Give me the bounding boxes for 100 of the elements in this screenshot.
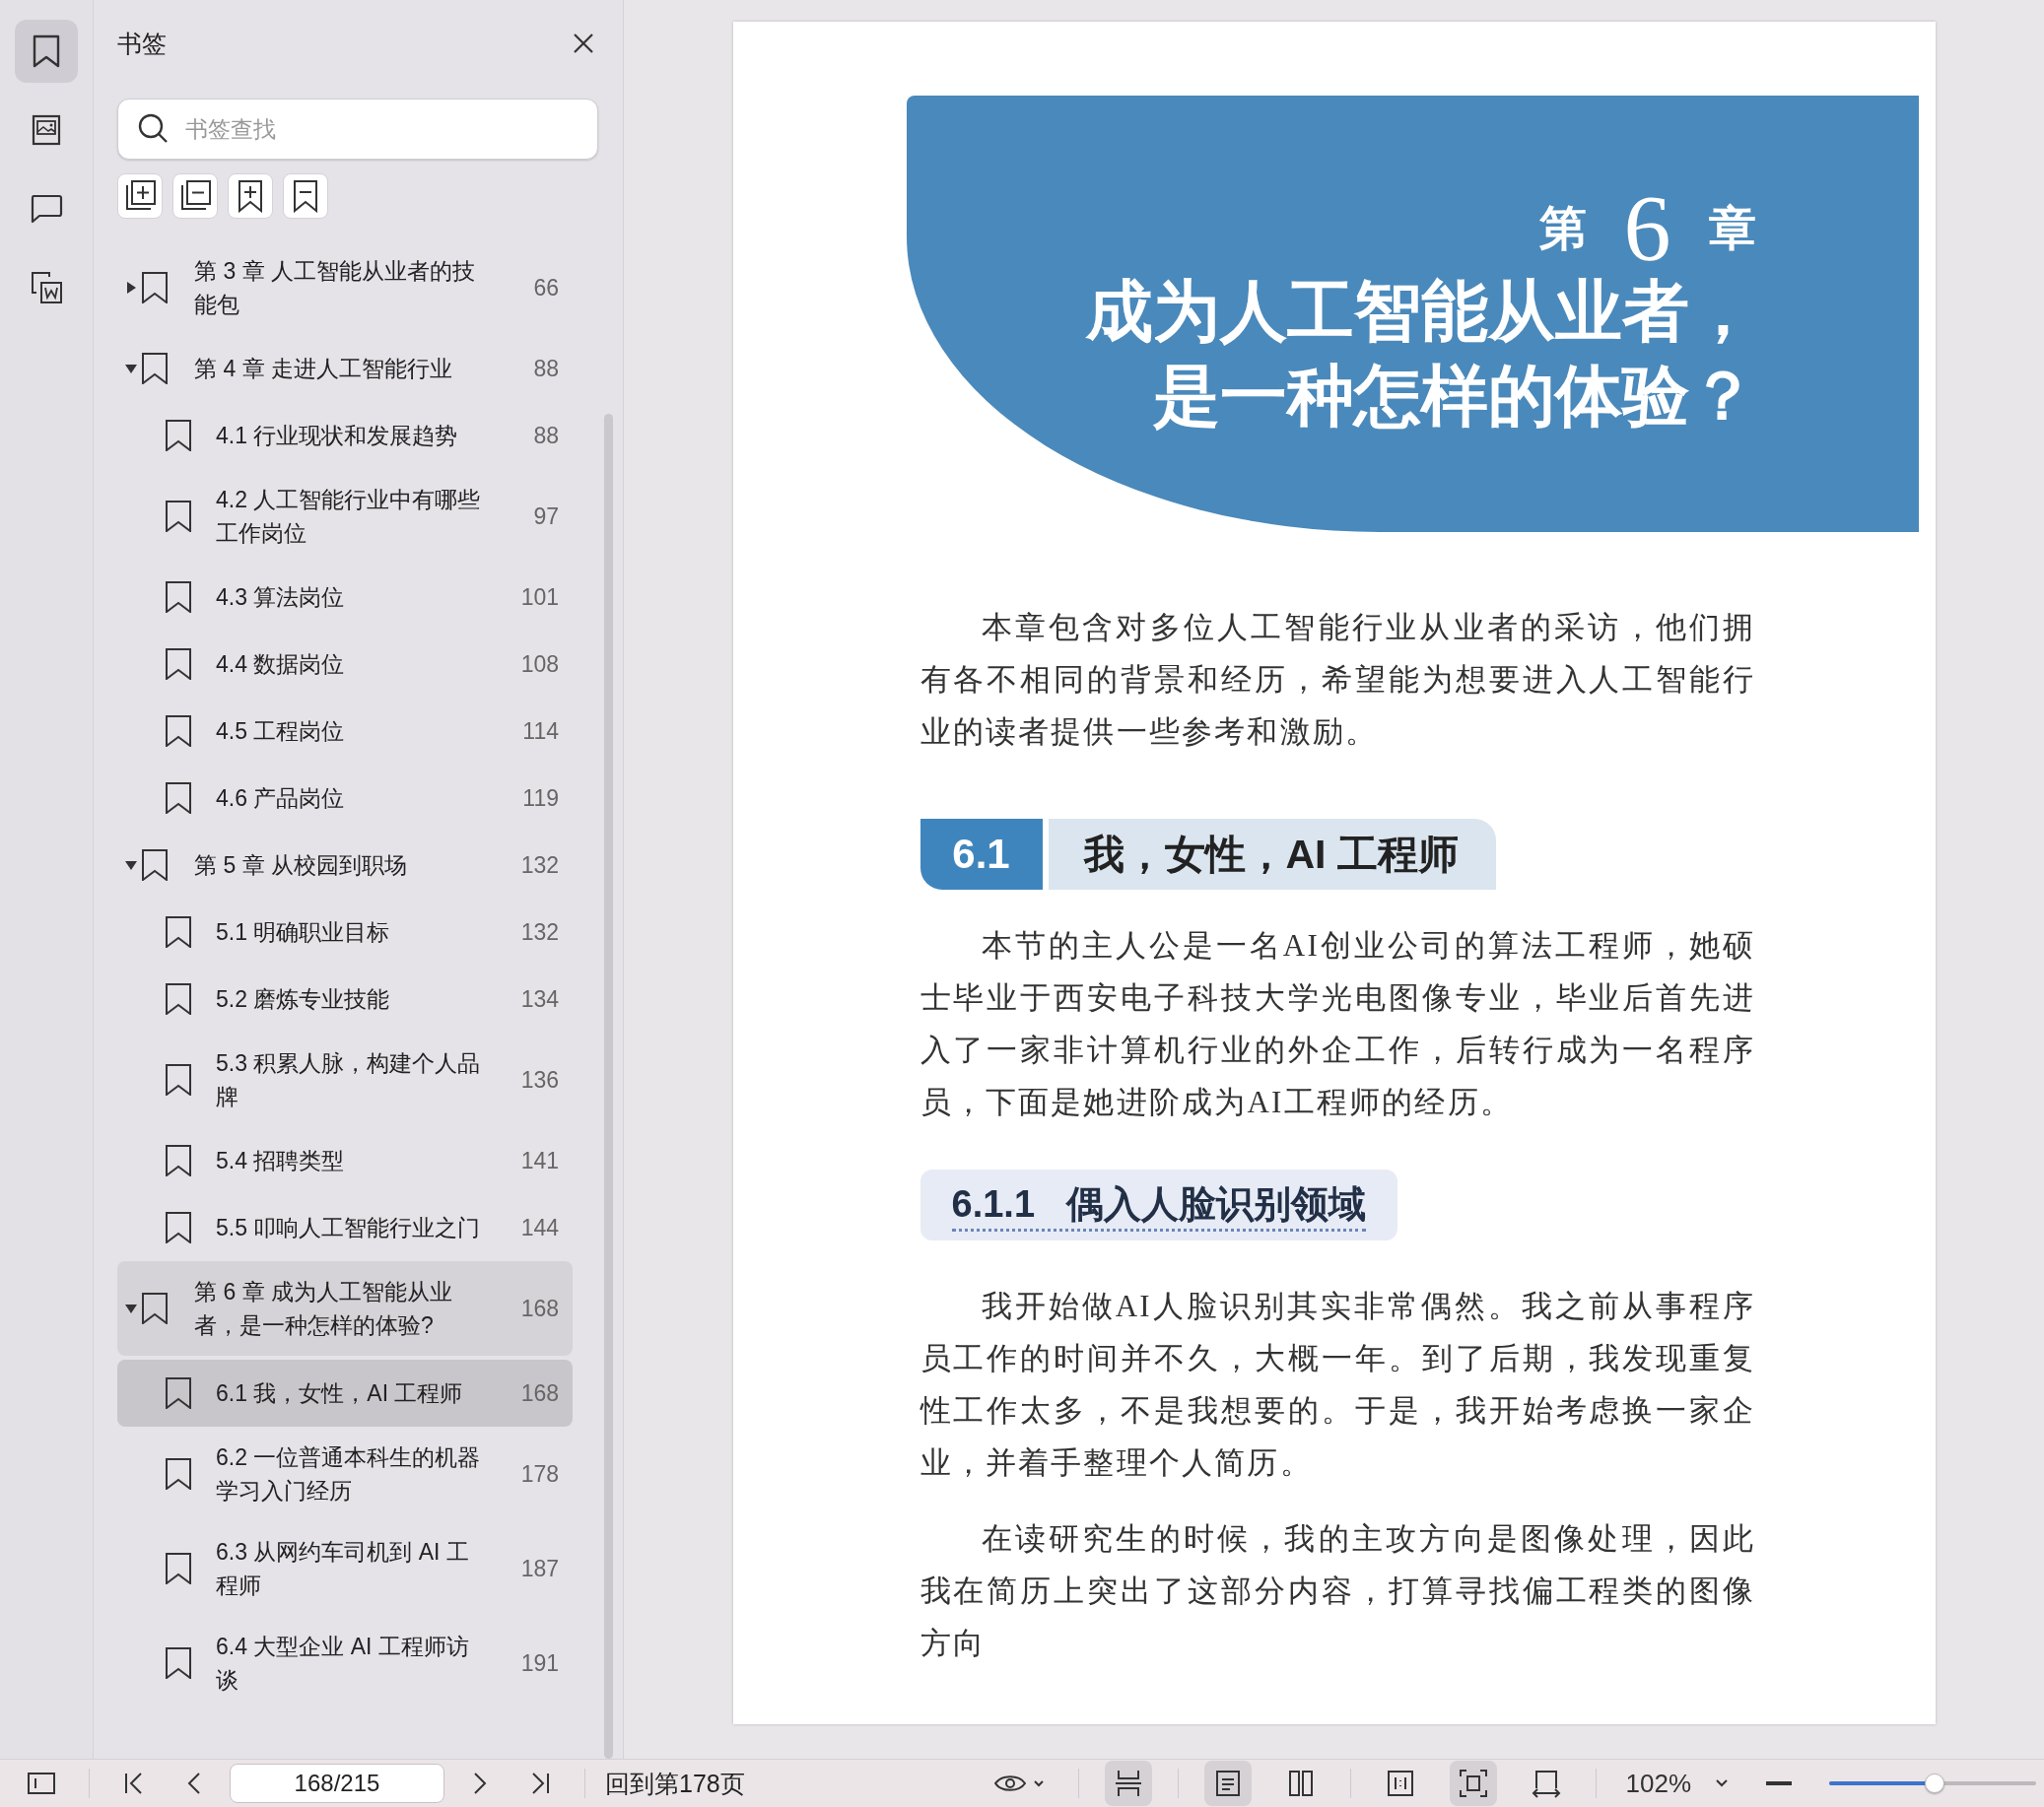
chevron-left-icon [186,1772,202,1795]
single-page-icon [1214,1770,1241,1797]
bookmark-icon [141,272,169,303]
search-input[interactable]: 书签查找 [183,114,578,144]
bookmark-item[interactable]: 6.2 一位普通本科生的机器学习入门经历 178 [117,1427,573,1521]
bookmark-item[interactable]: 5.4 招聘类型 141 [117,1127,573,1194]
page-number: 168 [519,1295,559,1322]
bookmark-item[interactable]: 5.3 积累人脉，构建个人品牌 136 [117,1033,573,1127]
bookmark-icon [141,849,169,881]
bookmark-title: 5.5 叩响人工智能行业之门 [216,1214,482,1242]
go-to-page-link[interactable]: 回到第178页 [605,1767,745,1800]
chapter-number: 6 [1623,189,1671,268]
bookmark-title: 4.6 产品岗位 [216,784,346,813]
page-number-field[interactable]: 168/215 [230,1764,444,1803]
search-field[interactable]: 书签查找 [117,99,598,160]
chapter-label: 章 [1708,199,1756,257]
page-width-arrows-icon [1531,1769,1561,1798]
bookmark-title: 6.3 从网约车司机到 AI 工程师 [216,1538,470,1600]
bookmark-title: 第 4 章 走进人工智能行业 [194,355,453,383]
add-button[interactable] [228,173,273,219]
caret-icon[interactable] [1715,1778,1729,1788]
page-number: 88 [532,422,559,449]
page-number: 132 [519,851,559,879]
bookmark-item[interactable]: 6.3 从网约车司机到 AI 工程师 187 [117,1521,573,1616]
bookmark-item[interactable]: 5.2 磨炼专业技能 134 [117,966,573,1033]
bookmark-item[interactable]: 4.4 数据岗位 108 [117,631,573,698]
bookmark-title: 第 5 章 从校园到职场 [194,851,408,880]
close-icon [573,33,594,54]
single-view-button[interactable] [1203,1761,1252,1806]
bookmark-item[interactable]: 4.6 产品岗位 119 [117,765,573,832]
bookmark-item[interactable]: 第 6 章 成为人工智能从业者，是一种怎样的体验? 168 [117,1261,573,1356]
body-paragraph: 我开始做AI人脸识别其实非常偶然。我之前从事程序员工作的时间并不久，大概一年。到了后期，我发现重复性工作太多，不是我想要的。于是，我开始考虑换一家企业，并着手整理个人简历。 [920,1288,1756,1482]
body-paragraph: 在读研究生的时候，我的主攻方向是图像处理，因此我在简历上突出了这部分内容，打算寻找偏工程类的图像方向 [920,1520,1756,1662]
bookmark-title: 6.2 一位普通本科生的机器学习入门经历 [216,1443,482,1506]
expanded-triangle-icon[interactable] [125,363,137,374]
bookmark-item[interactable]: 5.1 明确职业目标 132 [117,899,573,966]
page-number: 178 [519,1460,559,1488]
bookmark-icon [165,501,192,532]
bookmark-title: 第 6 章 成为人工智能从业者，是一种怎样的体验? [194,1278,453,1340]
continuous-view-button[interactable] [1104,1761,1152,1806]
page-number: 101 [519,583,559,611]
chapter-title: 是一种怎样的体验？ [1151,357,1756,435]
bookmark-item[interactable]: 第 3 章 人工智能从业者的技能包 66 [117,240,573,335]
page-number: 168 [519,1379,559,1407]
page-number: 191 [519,1649,559,1677]
zoom-slider[interactable] [1829,1772,2036,1795]
chapter-label: 第 [1538,199,1587,257]
bookmarks-tab[interactable] [15,20,78,83]
expanded-triangle-icon[interactable] [125,859,137,871]
bookmark-item[interactable]: 6.4 大型企业 AI 工程师访谈 191 [117,1616,573,1710]
first-page-icon [123,1772,145,1795]
bookmark-icon [165,1145,192,1176]
expanded-triangle-icon[interactable] [125,1303,137,1314]
bookmark-icon [165,782,192,814]
zoom-dropdown[interactable]: 102% [1615,1768,1701,1799]
remove-button[interactable] [283,173,328,219]
bookmark-item[interactable]: 第 4 章 走进人工智能行业 88 [117,335,573,402]
page-number: 66 [532,274,559,301]
page-number: 136 [519,1066,559,1094]
panel-title: 书签 [117,28,167,59]
bookmark-title: 4.2 人工智能行业中有哪些工作岗位 [216,486,482,548]
word-export-icon [30,271,63,304]
collapsed-triangle-icon[interactable] [125,282,137,294]
stacked-plus-icon [123,179,157,213]
bookmark-title: 5.4 招聘类型 [216,1147,346,1175]
bookmark-icon [165,1212,192,1243]
bookmark-item[interactable]: 4.3 算法岗位 101 [117,564,573,631]
search-icon [138,113,170,145]
body-paragraph: 本章包含对多位人工智能行业从业者的采访，他们拥有各不相同的背景和经历，希望能为想要进入人工智能行业的读者提供一些参考和激励。 [920,609,1756,751]
bookmark-title: 5.1 明确职业目标 [216,918,391,947]
bookmark-item[interactable]: 5.5 叩响人工智能行业之门 144 [117,1194,573,1261]
bookmark-title: 4.5 工程岗位 [216,717,346,746]
chapter-title: 成为人工智能从业者， [1084,272,1756,350]
page-number: 187 [519,1555,559,1582]
bookmark-item[interactable]: 6.1 我，女性，AI 工程师 168 [117,1360,573,1427]
page-number: 144 [519,1214,559,1241]
fit-page-view-button[interactable] [1449,1761,1497,1806]
continuous-scroll-icon [1114,1770,1142,1797]
expand-all-button[interactable] [117,173,163,219]
subsection-title: 6.1.1 偶入人脸识别领域 [951,1178,1366,1232]
bookmark-icon [165,1553,192,1584]
bookmark-item[interactable]: 第 5 章 从校园到职场 132 [117,832,573,899]
bookmark-icon [165,1064,192,1096]
scroll-bar[interactable] [604,414,613,1759]
bookmark-icon [165,916,192,948]
bookmark-item[interactable]: 4.2 人工智能行业中有哪些工作岗位 97 [117,469,573,564]
page-number: 141 [519,1147,559,1174]
fit-width-icon [1386,1770,1414,1797]
bookmark-item[interactable]: 4.1 行业现状和发展趋势 88 [117,402,573,469]
bookmark-title: 5.2 磨炼专业技能 [216,985,391,1014]
body-paragraph: 本节的主人公是一名AI创业公司的算法工程师，她硕士毕业于西安电子科技大学光电图像专业，毕业后首先进入了一家非计算机行业的外企工作，后转行成为一名程序员，下面是她进阶成为AI工程师的经历。 [920,927,1756,1121]
chevron-right-icon [472,1772,488,1795]
collapse-all-button[interactable] [172,173,218,219]
fit-page-icon [1458,1769,1488,1798]
bookmark-item[interactable]: 4.5 工程岗位 114 [117,698,573,765]
last-page-icon [529,1772,551,1795]
bookmark-icon [165,648,192,680]
bookmark-minus-icon [291,179,320,213]
bookmark-title: 4.4 数据岗位 [216,650,346,679]
bookmark-title: 6.4 大型企业 AI 工程师访谈 [216,1633,470,1695]
